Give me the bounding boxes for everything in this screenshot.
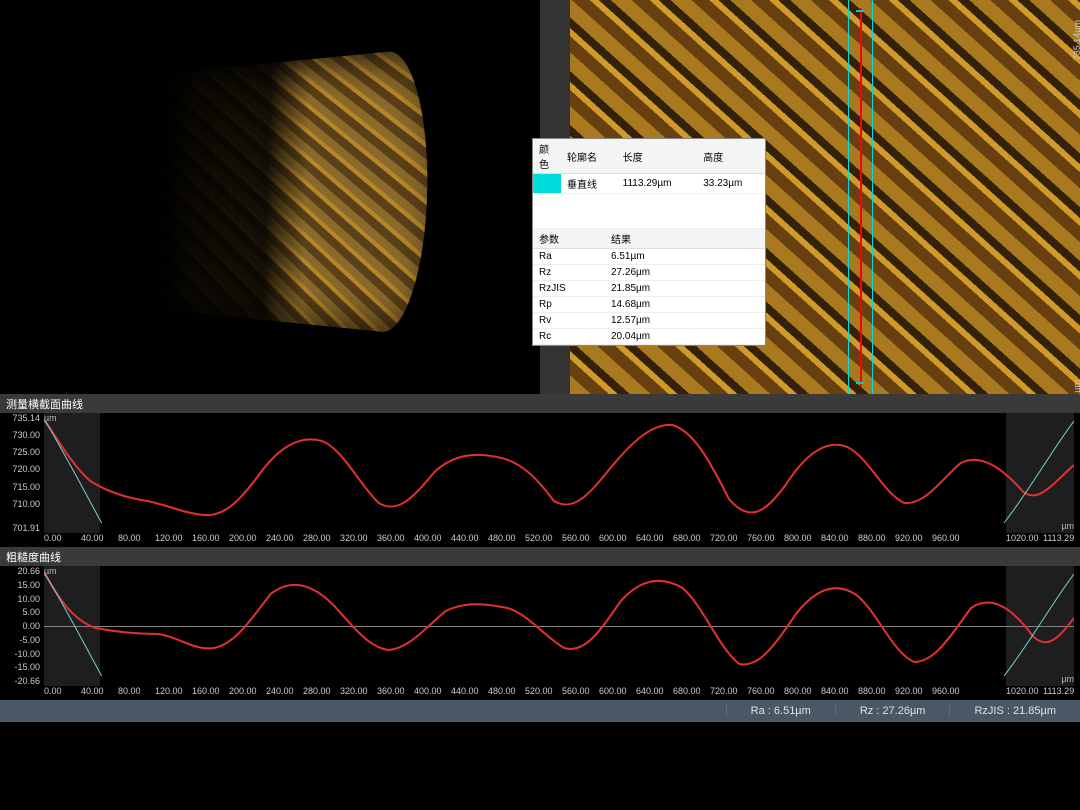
table-row[interactable]: Rp14.68µm	[533, 297, 765, 313]
hdr-result: 结果	[605, 229, 765, 249]
measurement-popup[interactable]: 颜色 轮廓名 长度 高度 垂直线 1113.29µm 33.23µm 参数 结果…	[532, 138, 766, 346]
profile-length: 1113.29µm	[617, 174, 698, 194]
status-rz: Rz : 27.26µm	[835, 705, 950, 717]
scale-top-label: 735.14µm	[1072, 20, 1080, 60]
roughness-chart: 粗糙度曲线 µm µm 20.6615.0010.005.000.00-5.00…	[0, 547, 1080, 700]
chart2-xaxis: 0.0040.0080.00120.00160.00200.00240.0028…	[44, 686, 1074, 700]
profile-line[interactable]	[860, 8, 862, 386]
marker-top[interactable]	[856, 10, 864, 12]
hdr-height: 高度	[697, 139, 765, 174]
cross-section-chart: 测量横截面曲线 µm µm 735.14730.00725.00720.0071…	[0, 394, 1080, 547]
table-row[interactable]: 垂直线 1113.29µm 33.23µm	[533, 174, 765, 194]
measure-line-left[interactable]	[848, 0, 849, 394]
params-table: 参数 结果 Ra6.51µm Rz27.26µm RzJIS21.85µm Rp…	[533, 229, 765, 345]
chart1-yaxis: 735.14730.00725.00720.00715.00710.00701.…	[0, 413, 44, 533]
table-row[interactable]: Rz27.26µm	[533, 265, 765, 281]
table-row[interactable]: Rv12.57µm	[533, 313, 765, 329]
chart1-curve	[44, 413, 1074, 533]
measure-line-right[interactable]	[872, 0, 873, 394]
chart2-curve	[44, 566, 1074, 686]
chart1-xaxis: 0.0040.0080.00120.00160.00200.00240.0028…	[44, 533, 1074, 547]
table-row[interactable]: Ra6.51µm	[533, 249, 765, 265]
chart1-title: 测量横截面曲线	[0, 394, 1080, 413]
table-row[interactable]: Rc20.04µm	[533, 329, 765, 345]
3d-view-pane[interactable]	[0, 0, 540, 394]
profile-height: 33.23µm	[697, 174, 765, 194]
chart2-title: 粗糙度曲线	[0, 547, 1080, 566]
status-bar: Ra : 6.51µm Rz : 27.26µm RzJIS : 21.85µm	[0, 700, 1080, 722]
scale-bot-label: 701.91µm	[1072, 380, 1080, 394]
status-rzjis: RzJIS : 21.85µm	[949, 705, 1080, 717]
table-row[interactable]: RzJIS21.85µm	[533, 281, 765, 297]
hdr-param: 参数	[533, 229, 605, 249]
hdr-color: 颜色	[533, 139, 561, 174]
color-swatch	[533, 174, 561, 194]
chart2-yaxis: 20.6615.0010.005.000.00-5.00-10.00-15.00…	[0, 566, 44, 686]
chart2-plot[interactable]: µm µm 20.6615.0010.005.000.00-5.00-10.00…	[0, 566, 1080, 700]
hdr-length: 长度	[617, 139, 698, 174]
profile-name: 垂直线	[561, 174, 617, 194]
hdr-name: 轮廓名	[561, 139, 617, 174]
profile-table: 颜色 轮廓名 长度 高度 垂直线 1113.29µm 33.23µm	[533, 139, 765, 229]
marker-bottom[interactable]	[856, 382, 864, 384]
3d-surface-render	[154, 48, 430, 336]
status-ra: Ra : 6.51µm	[726, 705, 835, 717]
chart1-plot[interactable]: µm µm 735.14730.00725.00720.00715.00710.…	[0, 413, 1080, 547]
